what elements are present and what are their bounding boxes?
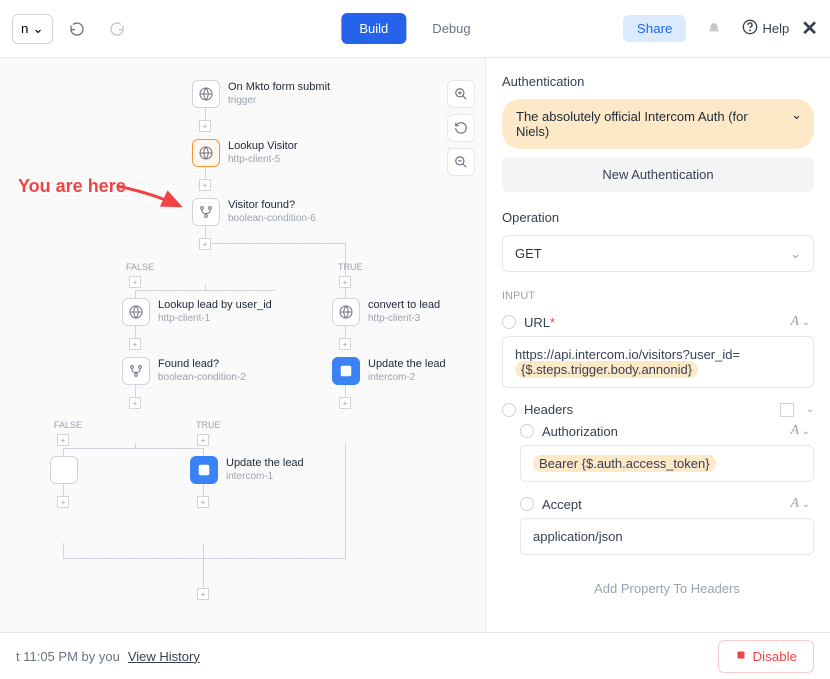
help-link[interactable]: Help <box>742 19 789 38</box>
new-auth-button[interactable]: New Authentication <box>502 157 814 192</box>
node-convert-lead[interactable]: convert to leadhttp-client-3 <box>332 298 440 326</box>
topbar: n ⌄ Build Debug Share Help ✕ <box>0 0 830 58</box>
url-input[interactable]: https://api.intercom.io/visitors?user_id… <box>502 336 814 388</box>
branch-icon <box>122 357 150 385</box>
radio-icon[interactable] <box>502 315 516 329</box>
node-update-lead-1[interactable]: Update the leadintercom-2 <box>332 357 446 385</box>
help-icon <box>742 19 758 38</box>
bell-icon[interactable] <box>698 13 730 45</box>
mode-tabs: Build Debug <box>341 13 488 44</box>
url-token: {$.steps.trigger.body.annonid} <box>515 361 698 378</box>
add-node-button[interactable]: + <box>199 238 211 250</box>
node-empty[interactable] <box>50 456 78 484</box>
authorization-label: Authorization <box>542 424 783 439</box>
radio-icon[interactable] <box>520 497 534 511</box>
accept-label: Accept <box>542 497 783 512</box>
globe-icon <box>192 139 220 167</box>
type-selector[interactable]: A <box>791 496 814 512</box>
url-property-row: URL* A <box>502 314 814 330</box>
branch-label-false: FALSE <box>126 262 154 272</box>
branch-label-true: TRUE <box>338 262 363 272</box>
add-property-button[interactable]: Add Property To Headers <box>520 569 814 608</box>
radio-icon[interactable] <box>502 403 516 417</box>
add-node-button[interactable]: + <box>197 588 209 600</box>
reset-view-button[interactable] <box>447 114 475 142</box>
type-selector[interactable]: A <box>791 314 814 330</box>
auth-select[interactable]: The absolutely official Intercom Auth (f… <box>502 99 814 149</box>
add-node-button[interactable]: + <box>339 338 351 350</box>
add-node-button[interactable]: + <box>129 276 141 288</box>
branch-icon <box>192 198 220 226</box>
authorization-token: Bearer {$.auth.access_token} <box>533 455 716 472</box>
radio-icon[interactable] <box>520 424 534 438</box>
headers-label: Headers <box>524 402 772 417</box>
annotation-arrow <box>112 178 192 218</box>
zoom-in-button[interactable] <box>447 80 475 108</box>
share-button[interactable]: Share <box>623 15 687 42</box>
chevron-down-icon[interactable]: ⌄ <box>806 404 814 415</box>
node-lookup-visitor[interactable]: Lookup Visitorhttp-client-5 <box>192 139 298 167</box>
accept-header-row: Accept A <box>520 496 814 512</box>
add-node-button[interactable]: + <box>197 434 209 446</box>
add-node-button[interactable]: + <box>129 338 141 350</box>
node-trigger[interactable]: On Mkto form submittrigger <box>192 80 330 108</box>
node-lookup-lead[interactable]: Lookup lead by user_idhttp-client-1 <box>122 298 272 326</box>
authorization-header-row: Authorization A <box>520 423 814 439</box>
view-history-link[interactable]: View History <box>128 649 200 664</box>
disable-label: Disable <box>753 649 797 664</box>
chevron-down-icon: ⌄ <box>32 21 43 37</box>
tab-debug[interactable]: Debug <box>414 13 488 44</box>
zoom-out-button[interactable] <box>447 148 475 176</box>
topbar-right: Share Help ✕ <box>623 13 818 45</box>
url-text: https://api.intercom.io/visitors?user_id… <box>515 347 740 362</box>
operation-select[interactable]: GET <box>502 235 814 272</box>
globe-icon <box>192 80 220 108</box>
workflow-dropdown[interactable]: n ⌄ <box>12 14 53 44</box>
branch-label-true: TRUE <box>196 420 221 430</box>
accept-input[interactable]: application/json <box>520 518 814 555</box>
stop-icon <box>735 649 747 664</box>
tab-build[interactable]: Build <box>341 13 406 44</box>
intercom-icon <box>190 456 218 484</box>
auth-section-label: Authentication <box>502 74 814 89</box>
add-node-button[interactable]: + <box>129 397 141 409</box>
add-node-button[interactable]: + <box>199 179 211 191</box>
help-label: Help <box>762 21 789 36</box>
main: You are here On Mkto form submittrigger … <box>0 58 830 632</box>
branch-label-false: FALSE <box>54 420 82 430</box>
add-node-button[interactable]: + <box>197 496 209 508</box>
url-label: URL* <box>524 315 783 330</box>
node-update-lead-2[interactable]: Update the leadintercom-1 <box>190 456 304 484</box>
workflow-canvas[interactable]: You are here On Mkto form submittrigger … <box>0 58 485 632</box>
footer: t 11:05 PM by you View History Disable <box>0 632 830 679</box>
type-selector[interactable]: A <box>791 423 814 439</box>
node-found-lead[interactable]: Found lead?boolean-condition-2 <box>122 357 246 385</box>
canvas-controls <box>447 80 475 176</box>
property-panel: Authentication The absolutely official I… <box>485 58 830 632</box>
disable-button[interactable]: Disable <box>718 640 814 673</box>
close-button[interactable]: ✕ <box>801 16 818 41</box>
workflow-dropdown-text: n <box>21 21 28 36</box>
annotation-text: You are here <box>18 176 126 197</box>
add-node-button[interactable]: + <box>199 120 211 132</box>
globe-icon <box>332 298 360 326</box>
authorization-input[interactable]: Bearer {$.auth.access_token} <box>520 445 814 482</box>
grid-icon[interactable] <box>780 403 794 417</box>
node-visitor-found[interactable]: Visitor found?boolean-condition-6 <box>192 198 316 226</box>
add-node-button[interactable]: + <box>57 496 69 508</box>
redo-button[interactable] <box>101 13 133 45</box>
headers-property-row: Headers ⌄ <box>502 402 814 417</box>
add-node-button[interactable]: + <box>57 434 69 446</box>
footer-timestamp: t 11:05 PM by you <box>16 649 120 664</box>
operation-section-label: Operation <box>502 210 814 225</box>
input-section-label: INPUT <box>502 290 814 302</box>
add-node-button[interactable]: + <box>339 276 351 288</box>
globe-icon <box>122 298 150 326</box>
intercom-icon <box>332 357 360 385</box>
empty-node-icon <box>50 456 78 484</box>
add-node-button[interactable]: + <box>339 397 351 409</box>
undo-button[interactable] <box>61 13 93 45</box>
